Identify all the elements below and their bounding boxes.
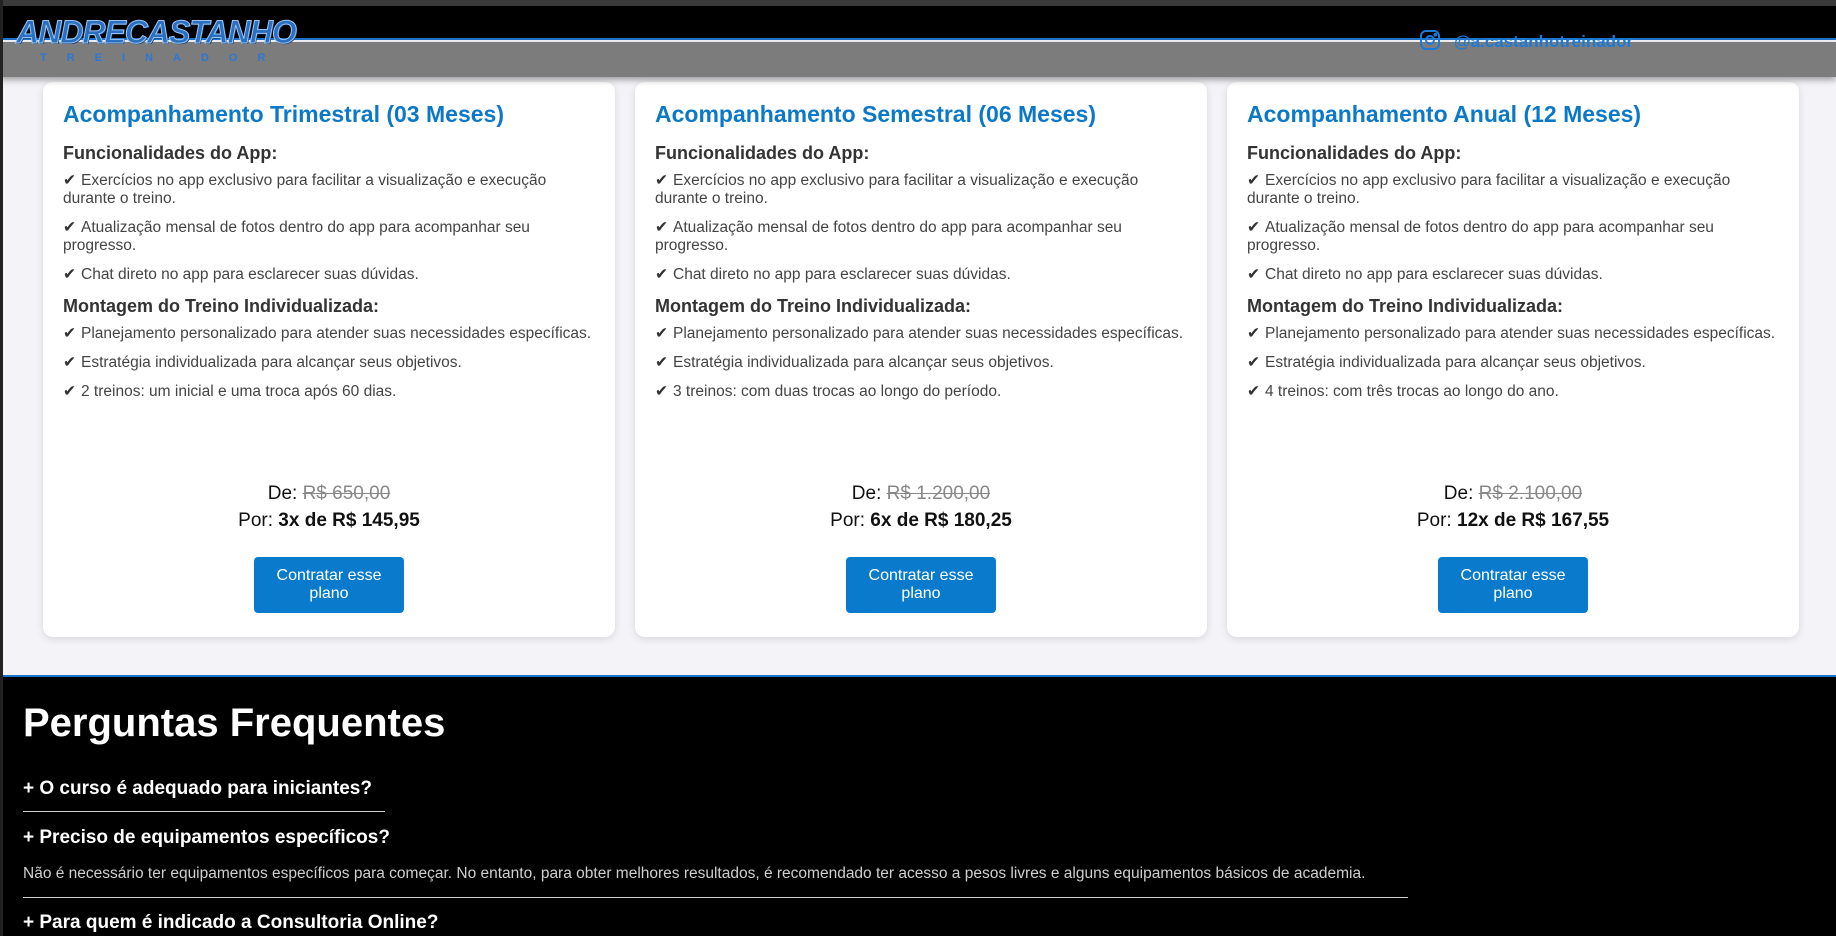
contract-plan-button[interactable]: Contratar esse plano	[254, 557, 404, 613]
list-item: ✔ Planejamento personalizado para atender…	[1247, 325, 1776, 342]
list-item: ✔ Estratégia individualizada para alcança…	[63, 354, 462, 371]
instagram-link[interactable]: @a.castanhotreinador	[1418, 29, 1633, 55]
faq-answer-equipment: Não é necessário ter equipamentos especí…	[23, 865, 1366, 882]
list-item: ✔ 4 treinos: com três trocas ao longo do …	[1247, 383, 1559, 400]
plan-section-title: Funcionalidades do App:	[655, 143, 870, 163]
list-item: ✔ Chat direto no app para esclarecer suas…	[655, 266, 1011, 283]
plan-title: Acompanhamento Trimestral (03 Meses)	[63, 101, 504, 127]
faq-divider	[23, 811, 385, 812]
list-item: ✔ Estratégia individualizada para alcança…	[1247, 354, 1646, 371]
list-item: ✔ Estratégia individualizada para alcança…	[655, 354, 1054, 371]
check-icon: ✔	[1247, 219, 1260, 236]
plan-section-title: Montagem do Treino Individualizada:	[63, 296, 380, 316]
list-item: ✔ Exercícios no app exclusivo para facili…	[1247, 172, 1731, 207]
old-price-line: De: R$ 2.100,00	[1443, 483, 1583, 504]
plan-section-title: Montagem do Treino Individualizada:	[655, 296, 972, 316]
check-icon: ✔	[655, 219, 668, 236]
list-item: ✔ Exercícios no app exclusivo para facili…	[63, 172, 547, 207]
check-icon: ✔	[63, 219, 76, 236]
contract-plan-button[interactable]: Contratar esse plano	[1438, 557, 1588, 613]
old-price-line: De: R$ 1.200,00	[851, 483, 991, 504]
check-icon: ✔	[1247, 383, 1260, 400]
list-item: ✔ Chat direto no app para esclarecer suas…	[1247, 266, 1603, 283]
check-icon: ✔	[63, 383, 76, 400]
check-icon: ✔	[63, 354, 76, 371]
plan-card-trimestral: Acompanhamento Trimestral (03 Meses) Fun…	[43, 82, 615, 637]
logo-sub-text: TREINADOR	[40, 52, 286, 64]
list-item: ✔ Atualização mensal de fotos dentro do a…	[1247, 219, 1714, 254]
plan-card-semestral: Acompanhamento Semestral (06 Meses) Func…	[635, 82, 1207, 637]
old-price: R$ 1.200,00	[886, 483, 991, 504]
list-item: ✔ Atualização mensal de fotos dentro do a…	[655, 219, 1122, 254]
plan-pricing: De: R$ 2.100,00 Por: 12x de R$ 167,55	[1227, 481, 1799, 535]
list-item: ✔ 3 treinos: com duas trocas ao longo do …	[655, 383, 1002, 400]
new-price-line: Por: 3x de R$ 145,95	[238, 510, 420, 531]
site-header: ANDRECASTANHO TREINADOR @a.castanhotrein…	[0, 6, 1836, 77]
plan-pricing: De: R$ 1.200,00 Por: 6x de R$ 180,25	[635, 481, 1207, 535]
contract-plan-button[interactable]: Contratar esse plano	[846, 557, 996, 613]
new-price: 6x de R$ 180,25	[870, 510, 1012, 531]
check-icon: ✔	[63, 325, 76, 342]
check-icon: ✔	[655, 266, 668, 283]
instagram-handle: @a.castanhotreinador	[1454, 32, 1634, 51]
new-price: 12x de R$ 167,55	[1457, 510, 1610, 531]
check-icon: ✔	[63, 172, 76, 189]
check-icon: ✔	[655, 325, 668, 342]
list-item: ✔ Planejamento personalizado para atender…	[63, 325, 592, 342]
new-price-line: Por: 6x de R$ 180,25	[830, 510, 1012, 531]
list-item: ✔ Planejamento personalizado para atender…	[655, 325, 1184, 342]
faq-title: Perguntas Frequentes	[23, 701, 446, 745]
plan-section-title: Montagem do Treino Individualizada:	[1247, 296, 1564, 316]
old-price: R$ 2.100,00	[1478, 483, 1583, 504]
list-item: ✔ Chat direto no app para esclarecer suas…	[63, 266, 419, 283]
faq-question-consultoria[interactable]: + Para quem é indicado a Consultoria Onl…	[23, 911, 438, 935]
check-icon: ✔	[655, 383, 668, 400]
plan-section-title: Funcionalidades do App:	[1247, 143, 1462, 163]
check-icon: ✔	[1247, 354, 1260, 371]
faq-question-equipment[interactable]: + Preciso de equipamentos específicos?	[23, 826, 390, 850]
check-icon: ✔	[1247, 325, 1260, 342]
plan-section-title: Funcionalidades do App:	[63, 143, 278, 163]
check-icon: ✔	[655, 172, 668, 189]
plan-feature-list: ✔ Exercícios no app exclusivo para facili…	[1247, 172, 1779, 284]
plan-feature-list: ✔ Planejamento personalizado para atender…	[1247, 325, 1779, 401]
site-logo[interactable]: ANDRECASTANHO TREINADOR	[16, 14, 346, 70]
new-price: 3x de R$ 145,95	[278, 510, 420, 531]
plan-pricing: De: R$ 650,00 Por: 3x de R$ 145,95	[43, 481, 615, 535]
list-item: ✔ Atualização mensal de fotos dentro do a…	[63, 219, 530, 254]
check-icon: ✔	[63, 266, 76, 283]
plan-feature-list: ✔ Planejamento personalizado para atender…	[63, 325, 595, 401]
faq-section: Perguntas Frequentes + O curso é adequad…	[3, 675, 1836, 936]
plan-feature-list: ✔ Planejamento personalizado para atender…	[655, 325, 1187, 401]
plan-feature-list: ✔ Exercícios no app exclusivo para facili…	[63, 172, 595, 284]
plan-feature-list: ✔ Exercícios no app exclusivo para facili…	[655, 172, 1187, 284]
old-price: R$ 650,00	[302, 483, 391, 504]
window-top-strip	[0, 0, 1836, 6]
faq-question-beginners[interactable]: + O curso é adequado para iniciantes?	[23, 777, 372, 801]
logo-main-text: ANDRECASTANHO	[16, 14, 298, 51]
plan-title: Acompanhamento Anual (12 Meses)	[1247, 101, 1642, 127]
old-price-line: De: R$ 650,00	[267, 483, 391, 504]
check-icon: ✔	[1247, 172, 1260, 189]
instagram-icon	[1418, 28, 1442, 57]
plans-section: Acompanhamento Trimestral (03 Meses) Fun…	[3, 77, 1836, 675]
list-item: ✔ 2 treinos: um inicial e uma troca após …	[63, 383, 397, 400]
check-icon: ✔	[655, 354, 668, 371]
plan-card-anual: Acompanhamento Anual (12 Meses) Funciona…	[1227, 82, 1799, 637]
check-icon: ✔	[1247, 266, 1260, 283]
faq-divider	[23, 897, 1408, 898]
new-price-line: Por: 12x de R$ 167,55	[1416, 510, 1610, 531]
window-left-border	[0, 0, 3, 936]
plan-title: Acompanhamento Semestral (06 Meses)	[655, 101, 1096, 127]
list-item: ✔ Exercícios no app exclusivo para facili…	[655, 172, 1139, 207]
